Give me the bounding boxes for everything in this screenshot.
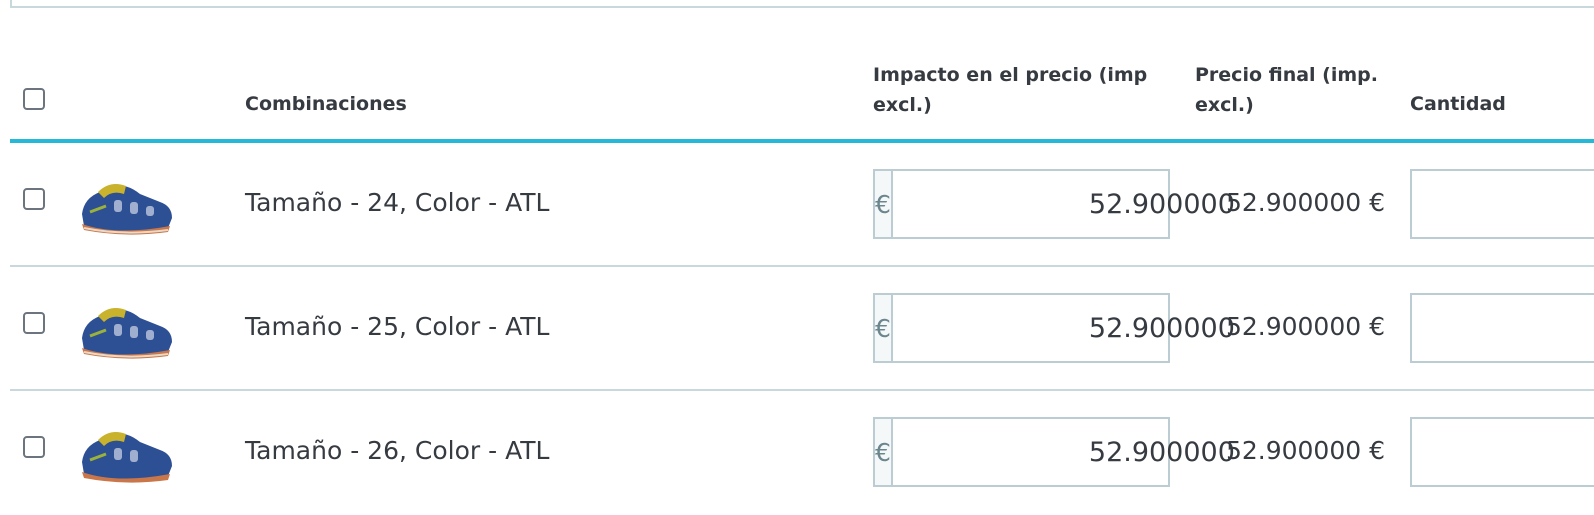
final-price: 52.900000 € (1225, 436, 1385, 465)
column-header-final-price-line1: Precio final (imp. (1195, 64, 1378, 86)
row-checkbox[interactable] (23, 188, 45, 210)
column-header-price-impact-line2: excl.) (873, 94, 932, 116)
column-header-price-impact-line1: Impacto en el precio (imp (873, 64, 1148, 86)
table-header: Combinaciones Impacto en el precio (imp … (10, 0, 1594, 143)
combinations-table: Combinaciones Impacto en el precio (imp … (10, 0, 1594, 487)
row-checkbox[interactable] (23, 436, 45, 458)
product-thumbnail (82, 432, 172, 483)
table-row: Tamaño - 25, Color - ATL € 52.900000 € (10, 267, 1594, 391)
quantity-input[interactable] (1410, 169, 1594, 239)
euro-icon: € (875, 171, 893, 237)
price-impact-field: € (873, 169, 1249, 239)
euro-icon: € (875, 419, 893, 485)
table-row: Tamaño - 24, Color - ATL € 52.900000 € (10, 143, 1594, 267)
column-header-quantity: Cantidad (1410, 93, 1506, 115)
column-header-final-price: Precio final (imp. excl.) (1195, 60, 1378, 120)
column-header-combinations: Combinaciones (245, 93, 407, 115)
column-header-final-price-line2: excl.) (1195, 94, 1254, 116)
select-all-checkbox[interactable] (23, 88, 45, 110)
final-price: 52.900000 € (1225, 188, 1385, 217)
product-thumbnail (82, 308, 172, 359)
quantity-input[interactable] (1410, 293, 1594, 363)
price-impact-field: € (873, 293, 1249, 363)
quantity-input[interactable] (1410, 417, 1594, 487)
combination-name: Tamaño - 26, Color - ATL (245, 436, 550, 465)
row-checkbox[interactable] (23, 312, 45, 334)
price-impact-field: € (873, 417, 1249, 487)
final-price: 52.900000 € (1225, 312, 1385, 341)
combination-name: Tamaño - 24, Color - ATL (245, 188, 550, 217)
product-thumbnail (82, 184, 172, 235)
column-header-price-impact: Impacto en el precio (imp excl.) (873, 60, 1147, 120)
combination-name: Tamaño - 25, Color - ATL (245, 312, 550, 341)
table-row: Tamaño - 26, Color - ATL € 52.900000 € (10, 391, 1594, 515)
euro-icon: € (875, 295, 893, 361)
